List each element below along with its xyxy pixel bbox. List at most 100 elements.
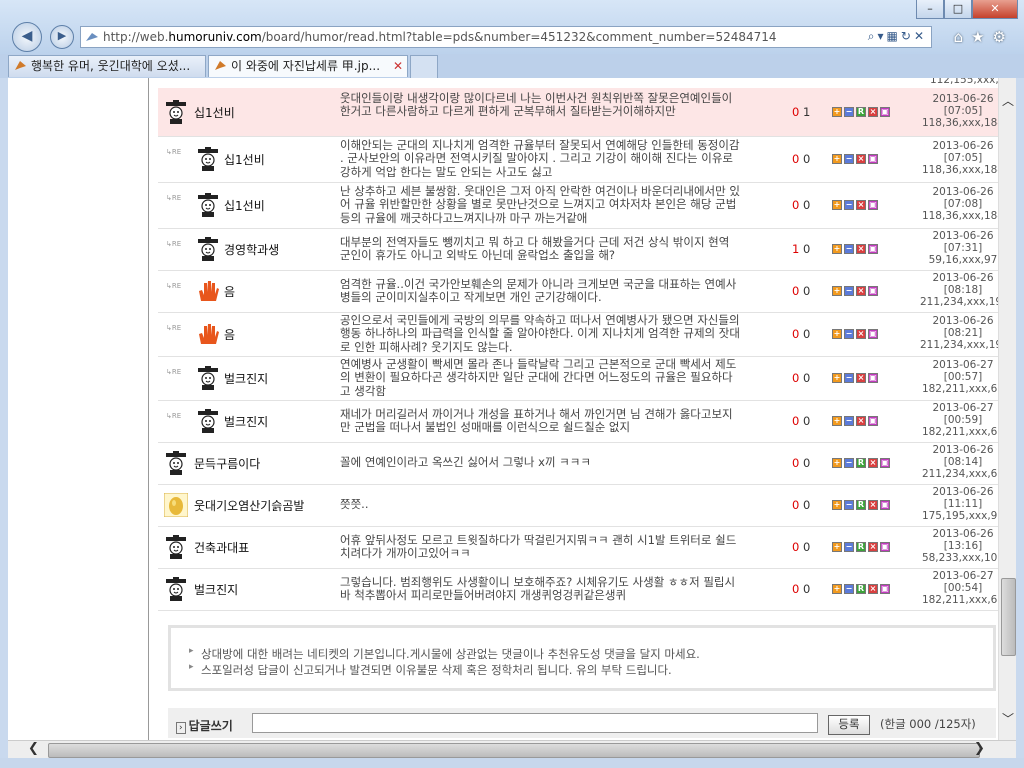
avatar[interactable]	[196, 279, 220, 303]
oppose-button[interactable]: −	[844, 542, 854, 552]
avatar[interactable]	[164, 100, 188, 124]
close-window-button[interactable]: ✕	[972, 0, 1018, 19]
commenter-nickname[interactable]: 건축과대표	[194, 539, 249, 556]
avatar[interactable]	[164, 577, 188, 601]
oppose-button[interactable]: −	[844, 107, 854, 117]
oppose-button[interactable]: −	[844, 200, 854, 210]
tab-current-post[interactable]: 이 와중에 자진납세류 甲.jp... ✕	[208, 55, 408, 77]
avatar[interactable]	[164, 535, 188, 559]
memo-button[interactable]: ▣	[880, 500, 890, 510]
avatar[interactable]	[196, 237, 220, 261]
reply-button[interactable]: R	[856, 542, 866, 552]
memo-button[interactable]: ▣	[880, 107, 890, 117]
report-button[interactable]: ×	[856, 416, 866, 426]
avatar[interactable]	[196, 366, 220, 390]
reply-button[interactable]: R	[856, 107, 866, 117]
favorites-star-icon[interactable]: ★	[971, 28, 992, 46]
memo-button[interactable]: ▣	[868, 244, 878, 254]
reply-toggle-icon[interactable]: ›	[176, 722, 186, 734]
oppose-button[interactable]: −	[844, 500, 854, 510]
reply-button[interactable]: R	[856, 500, 866, 510]
tab-humoruniv-home[interactable]: 행복한 유머, 웃긴대학에 오셨...	[8, 55, 206, 77]
reply-input[interactable]	[252, 713, 818, 733]
memo-button[interactable]: ▣	[868, 416, 878, 426]
reply-button[interactable]: R	[856, 584, 866, 594]
submit-button[interactable]: 등록	[828, 715, 870, 735]
report-button[interactable]: ×	[856, 200, 866, 210]
oppose-button[interactable]: −	[844, 154, 854, 164]
report-button[interactable]: ×	[868, 458, 878, 468]
commenter-nickname[interactable]: 음	[224, 326, 235, 343]
dropdown-icon[interactable]: ▾	[878, 29, 887, 43]
avatar[interactable]	[196, 147, 220, 171]
forward-button[interactable]: ▶	[50, 25, 74, 49]
avatar[interactable]	[163, 492, 189, 518]
commenter-nickname[interactable]: 십1선비	[194, 104, 235, 121]
oppose-button[interactable]: −	[844, 373, 854, 383]
commenter-nickname[interactable]: 벌크진지	[224, 413, 268, 430]
oppose-button[interactable]: −	[844, 244, 854, 254]
back-button[interactable]: ◀	[12, 22, 42, 52]
scroll-up-icon[interactable]: ︿	[999, 92, 1016, 109]
recommend-button[interactable]: +	[832, 416, 842, 426]
avatar[interactable]	[196, 193, 220, 217]
compat-icon[interactable]: ▦	[887, 29, 901, 43]
oppose-button[interactable]: −	[844, 458, 854, 468]
commenter-nickname[interactable]: 문득구름이다	[194, 455, 260, 472]
recommend-button[interactable]: +	[832, 200, 842, 210]
report-button[interactable]: ×	[856, 373, 866, 383]
gear-icon[interactable]: ⚙	[993, 28, 1014, 46]
recommend-button[interactable]: +	[832, 244, 842, 254]
recommend-button[interactable]: +	[832, 500, 842, 510]
search-icon[interactable]: ⌕	[868, 29, 878, 43]
recommend-button[interactable]: +	[832, 107, 842, 117]
close-tab-icon[interactable]: ✕	[393, 56, 403, 77]
report-button[interactable]: ×	[868, 584, 878, 594]
scroll-left-icon[interactable]: ❮	[28, 741, 39, 756]
commenter-nickname[interactable]: 십1선비	[224, 151, 265, 168]
reply-button[interactable]: R	[856, 458, 866, 468]
commenter-nickname[interactable]: 웃대기오염산기슭곰발	[194, 497, 304, 514]
recommend-button[interactable]: +	[832, 542, 842, 552]
minimize-button[interactable]: –	[916, 0, 944, 19]
avatar[interactable]	[196, 322, 220, 346]
recommend-button[interactable]: +	[832, 584, 842, 594]
oppose-button[interactable]: −	[844, 286, 854, 296]
commenter-nickname[interactable]: 음	[224, 283, 235, 300]
vertical-scrollbar[interactable]: ︿ ﹀	[998, 78, 1016, 740]
memo-button[interactable]: ▣	[880, 542, 890, 552]
commenter-nickname[interactable]: 벌크진지	[224, 370, 268, 387]
report-button[interactable]: ×	[856, 154, 866, 164]
avatar[interactable]	[164, 451, 188, 475]
memo-button[interactable]: ▣	[868, 154, 878, 164]
commenter-nickname[interactable]: 경영학과생	[224, 241, 279, 258]
recommend-button[interactable]: +	[832, 458, 842, 468]
horizontal-scroll-thumb[interactable]	[48, 743, 980, 758]
recommend-button[interactable]: +	[832, 286, 842, 296]
memo-button[interactable]: ▣	[868, 286, 878, 296]
report-button[interactable]: ×	[856, 244, 866, 254]
memo-button[interactable]: ▣	[868, 329, 878, 339]
commenter-nickname[interactable]: 벌크진지	[194, 581, 238, 598]
recommend-button[interactable]: +	[832, 154, 842, 164]
report-button[interactable]: ×	[856, 329, 866, 339]
home-icon[interactable]: ⌂	[954, 28, 972, 46]
memo-button[interactable]: ▣	[880, 458, 890, 468]
avatar[interactable]	[196, 409, 220, 433]
report-button[interactable]: ×	[868, 107, 878, 117]
commenter-nickname[interactable]: 십1선비	[224, 197, 265, 214]
report-button[interactable]: ×	[868, 542, 878, 552]
report-button[interactable]: ×	[856, 286, 866, 296]
address-bar[interactable]: http://web.humoruniv.com/board/humor/rea…	[80, 26, 932, 48]
memo-button[interactable]: ▣	[868, 200, 878, 210]
oppose-button[interactable]: −	[844, 416, 854, 426]
memo-button[interactable]: ▣	[868, 373, 878, 383]
report-button[interactable]: ×	[868, 500, 878, 510]
recommend-button[interactable]: +	[832, 329, 842, 339]
oppose-button[interactable]: −	[844, 584, 854, 594]
maximize-button[interactable]: □	[944, 0, 972, 19]
memo-button[interactable]: ▣	[880, 584, 890, 594]
horizontal-scrollbar[interactable]: ❮ ❯	[8, 740, 1016, 759]
refresh-icon[interactable]: ↻	[901, 29, 914, 43]
new-tab-button[interactable]	[410, 55, 438, 78]
